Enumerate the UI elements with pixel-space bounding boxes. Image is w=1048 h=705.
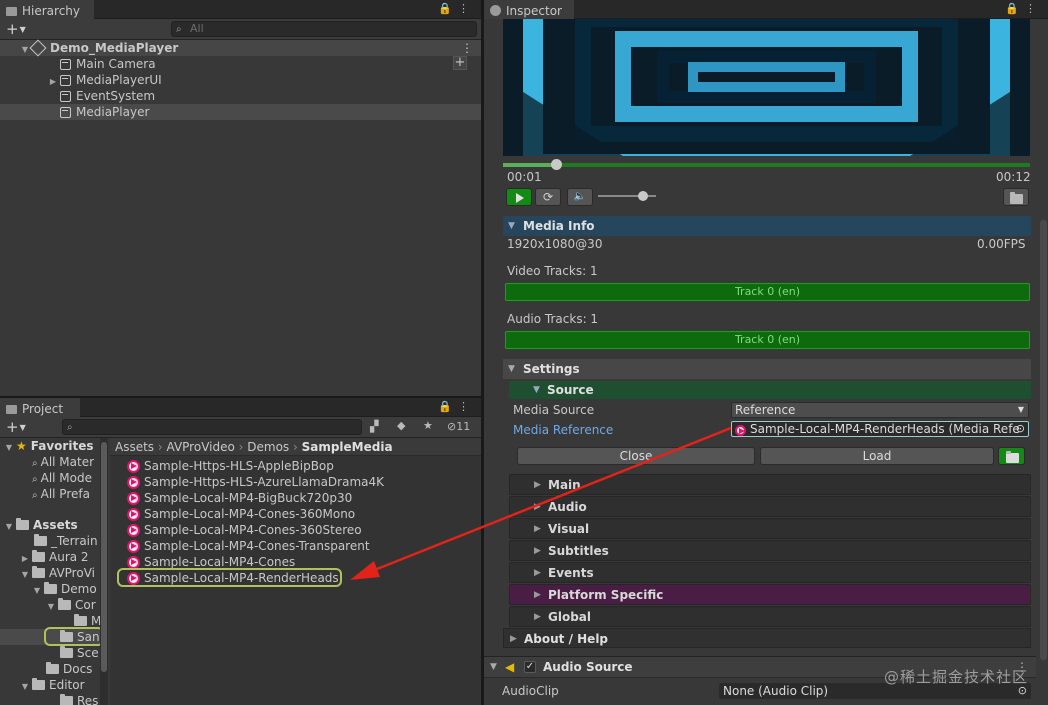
annotation-arrow bbox=[350, 426, 732, 580]
watermark: @稀土掘金技术社区 bbox=[883, 668, 1028, 686]
